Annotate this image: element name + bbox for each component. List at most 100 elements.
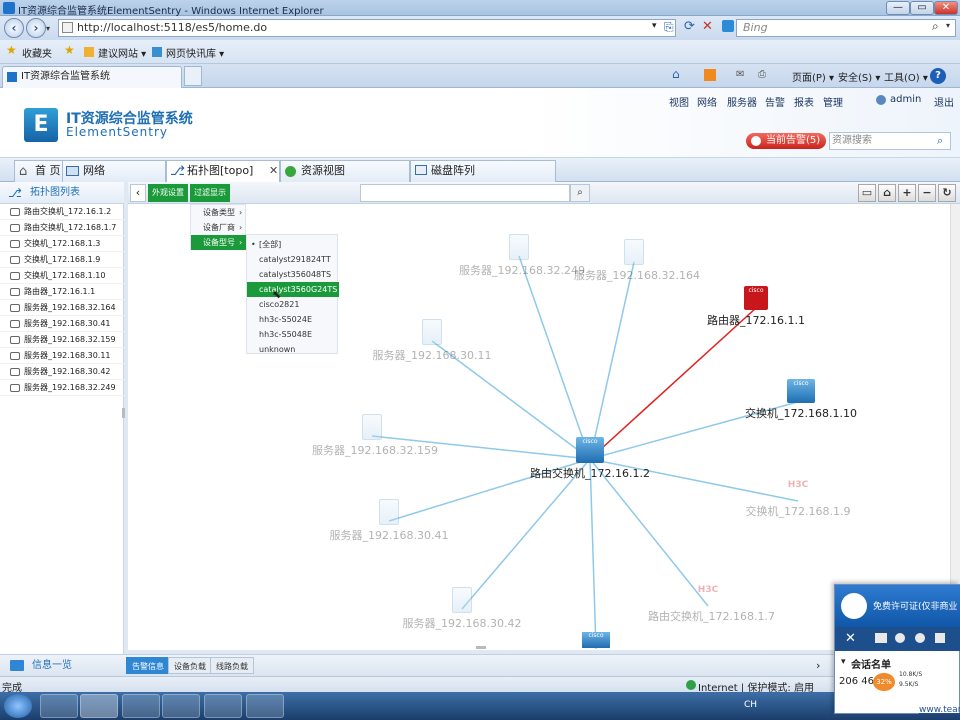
refresh-topology-icon[interactable]: ↻ xyxy=(938,184,956,202)
topology-list-item[interactable]: 服务器_192.168.32.249 xyxy=(0,380,124,396)
topology-list-item[interactable]: 路由器_172.16.1.1 xyxy=(0,284,124,300)
browser-tab[interactable]: IT资源综合监管系统ElementSentry xyxy=(2,66,182,102)
topology-node[interactable]: H3C 交换机_172.168.1.9 xyxy=(738,479,858,519)
model-option[interactable]: catalyst3560G24TS xyxy=(247,282,339,297)
model-option[interactable]: cisco2821 xyxy=(247,297,339,312)
search-dropdown-icon[interactable]: ▾ xyxy=(946,21,950,30)
close-window-button[interactable]: ✕ xyxy=(934,1,958,15)
maximize-button[interactable]: ▭ xyxy=(910,1,934,15)
tab-network[interactable]: 网络 xyxy=(62,160,166,182)
topology-list-item[interactable]: 服务器_192.168.30.41 xyxy=(0,316,124,332)
model-option[interactable]: catalyst291824TT xyxy=(247,252,339,267)
topology-list-item[interactable]: 交换机_172.168.1.10 xyxy=(0,268,124,284)
topology-list-item[interactable]: 路由交换机_172.168.1.7 xyxy=(0,220,124,236)
tv-video-icon[interactable] xyxy=(875,633,887,643)
topology-node[interactable]: H3C 路由交换机_172.168.1.7 xyxy=(648,584,775,624)
print-icon[interactable]: ⎙ xyxy=(758,69,766,80)
home-view-icon[interactable]: ⌂ xyxy=(878,184,896,202)
tab-device-load[interactable]: 设备负载 xyxy=(168,657,212,674)
topology-list-item[interactable]: 服务器_192.168.30.42 xyxy=(0,364,124,380)
search-icon[interactable]: ⌕ xyxy=(932,19,939,34)
topology-node[interactable]: 服务器_192.168.32.164 xyxy=(574,239,700,283)
tv-phone-icon[interactable] xyxy=(895,633,905,643)
topology-node[interactable]: 服务器_192.168.32.159 xyxy=(312,414,438,458)
tab-home[interactable]: ⌂ 首 页 xyxy=(14,160,64,182)
page-menu[interactable]: 页面(P) ▾ xyxy=(792,69,834,84)
canvas-splitter[interactable] xyxy=(476,646,486,649)
tv-chat-icon[interactable] xyxy=(935,633,945,643)
taskbar-teamviewer-icon[interactable] xyxy=(204,694,242,718)
topology-list-item[interactable]: 服务器_192.168.32.159 xyxy=(0,332,124,348)
topology-search-input[interactable] xyxy=(360,184,570,202)
feeds-icon[interactable] xyxy=(704,69,716,81)
stop-icon[interactable]: ✕ xyxy=(702,19,713,34)
resource-search-input[interactable]: 资源搜索 ⌕ xyxy=(829,132,951,150)
forward-button[interactable]: › xyxy=(26,18,46,38)
topology-list-item[interactable]: 交换机_172.168.1.3 xyxy=(0,236,124,252)
add-favorite-icon[interactable]: ★ xyxy=(64,43,75,57)
topology-node[interactable]: 服务器_192.168.30.11 xyxy=(372,319,492,363)
model-option[interactable]: • [全部] xyxy=(247,237,339,252)
resource-search-icon[interactable]: ⌕ xyxy=(937,133,943,149)
nav-network[interactable]: 网络 xyxy=(697,94,717,109)
info-overview[interactable]: 信息一览 xyxy=(0,655,124,677)
start-button[interactable] xyxy=(4,694,32,718)
expand-arrow-icon[interactable]: › xyxy=(816,659,820,672)
nav-view[interactable]: 视图 xyxy=(669,94,689,109)
safety-menu[interactable]: 安全(S) ▾ xyxy=(838,69,880,84)
topology-list-item[interactable]: 交换机_172.168.1.9 xyxy=(0,252,124,268)
logout-link[interactable]: 退出 xyxy=(934,94,954,109)
taskbar-ie-icon[interactable] xyxy=(80,694,118,718)
teamviewer-link[interactable]: www.team xyxy=(919,705,960,715)
taskbar-explorer-icon[interactable] xyxy=(122,694,160,718)
nav-server[interactable]: 服务器 xyxy=(727,94,757,109)
search-field[interactable]: Bing xyxy=(736,19,956,37)
model-option[interactable]: hh3c-S5024E xyxy=(247,312,339,327)
tv-headset-icon[interactable] xyxy=(915,633,925,643)
topology-node[interactable]: 服务器_192.168.32.249 xyxy=(459,234,585,278)
url-dropdown-icon[interactable]: ▾ xyxy=(652,21,657,31)
taskbar-windows-icon[interactable] xyxy=(40,694,78,718)
save-icon[interactable]: ▭ xyxy=(858,184,876,202)
tab-resource-view[interactable]: 资源视图 xyxy=(280,160,410,182)
filter-display-button[interactable]: 过滤显示 xyxy=(190,184,230,202)
topology-search-button[interactable]: ⌕ xyxy=(570,184,590,202)
topology-node[interactable]: 服务器_192.168.30.42 xyxy=(402,587,522,631)
web-slice-link[interactable]: 网页快讯库 ▾ xyxy=(166,45,224,60)
model-option[interactable]: unknown xyxy=(247,342,339,357)
current-alarm-button[interactable]: 当前告警(5) xyxy=(746,133,826,149)
compat-view-icon[interactable]: ⎘ xyxy=(664,20,680,36)
favorites-button[interactable]: 收藏夹 xyxy=(22,45,52,60)
model-option[interactable]: hh3c-S5048E xyxy=(247,327,339,342)
url-field[interactable]: http://localhost:5118/es5/home.do xyxy=(58,19,676,37)
topology-node[interactable]: cisco 交换机_172.168.1.10 xyxy=(741,379,861,421)
back-button[interactable]: ‹ xyxy=(4,18,24,38)
suggested-sites-link[interactable]: 建议网站 ▾ xyxy=(98,45,146,60)
user-name[interactable]: admin xyxy=(890,94,921,105)
taskbar-app-icon[interactable] xyxy=(246,694,284,718)
minimize-button[interactable]: — xyxy=(886,1,910,15)
language-indicator[interactable]: CH xyxy=(744,700,757,710)
tab-alarm-info[interactable]: 告警信息 xyxy=(126,657,170,674)
zoom-in-icon[interactable]: + xyxy=(898,184,916,202)
tab-topology[interactable]: ⎇ 拓扑图[topo] ✕ xyxy=(166,160,280,182)
history-dropdown-icon[interactable]: ▾ xyxy=(46,24,50,33)
close-tab-icon[interactable]: ✕ xyxy=(269,161,278,181)
model-option[interactable]: catalyst356048TS xyxy=(247,267,339,282)
nav-alarm[interactable]: 告警 xyxy=(765,94,785,109)
tab-line-load[interactable]: 线路负载 xyxy=(210,657,254,674)
menu-device-model[interactable]: 设备型号 › xyxy=(191,235,247,250)
nav-manage[interactable]: 管理 xyxy=(823,94,843,109)
menu-device-type[interactable]: 设备类型 › xyxy=(191,205,247,220)
topology-node[interactable]: 服务器_192.168.30.41 xyxy=(329,499,449,543)
partial-node[interactable]: cisco xyxy=(582,632,610,648)
topology-node[interactable]: cisco 路由器_172.16.1.1 xyxy=(696,286,816,328)
collapse-panel-button[interactable]: ‹ xyxy=(130,184,146,202)
help-icon[interactable]: ? xyxy=(930,68,946,84)
tab-disk-array[interactable]: 磁盘阵列[192.168.20.16]详... xyxy=(410,160,556,197)
tv-close-icon[interactable]: ✕ xyxy=(845,631,856,646)
topology-list-item[interactable]: 服务器_192.168.30.11 xyxy=(0,348,124,364)
appearance-settings-button[interactable]: 外观设置 xyxy=(148,184,188,202)
home-icon[interactable]: ⌂ xyxy=(672,67,680,81)
refresh-icon[interactable]: ⟳ xyxy=(684,19,695,34)
